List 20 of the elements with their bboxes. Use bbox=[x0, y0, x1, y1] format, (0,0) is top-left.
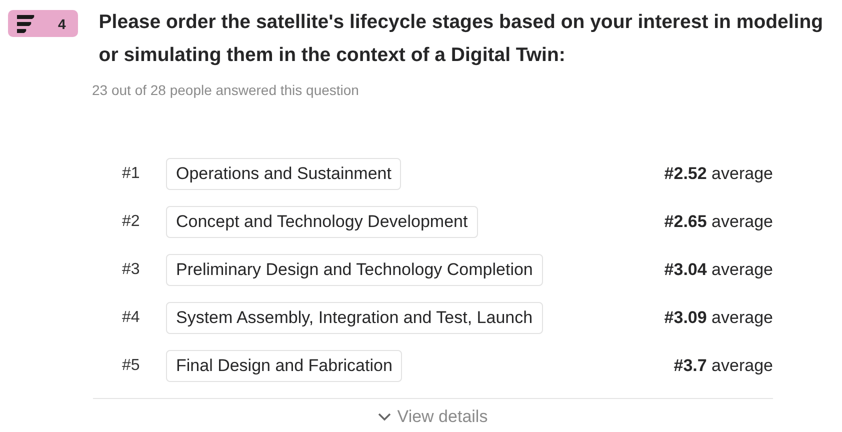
chevron-down-icon bbox=[378, 413, 392, 421]
rank-number: #3 bbox=[121, 260, 141, 278]
average-score: #3.09 average bbox=[664, 308, 773, 328]
question-title: Please order the satellite's lifecycle stages based on your interest in modeling or simulating them in the context of a Digital Twin: bbox=[98, 10, 824, 68]
option-label: Preliminary Design and Technology Completion bbox=[166, 254, 543, 286]
rank-number: #4 bbox=[121, 308, 141, 326]
option-label: System Assembly, Integration and Test, Launch bbox=[166, 302, 543, 334]
view-details-link[interactable]: View details bbox=[378, 407, 488, 427]
average-score: #3.04 average bbox=[664, 260, 773, 280]
option-label: Operations and Sustainment bbox=[166, 158, 402, 190]
average-score: #2.52 average bbox=[664, 164, 773, 184]
option-label: Concept and Technology Development bbox=[166, 206, 478, 238]
average-score: #2.65 average bbox=[664, 212, 773, 232]
rank-number: #5 bbox=[121, 356, 141, 374]
response-count: 23 out of 28 people answered this question bbox=[92, 82, 360, 98]
option-label: Final Design and Fabrication bbox=[166, 350, 402, 382]
rank-number: #2 bbox=[121, 212, 141, 230]
rank-number: #1 bbox=[121, 164, 141, 182]
average-score: #3.7 average bbox=[674, 356, 773, 376]
question-number: 4 bbox=[58, 16, 66, 32]
